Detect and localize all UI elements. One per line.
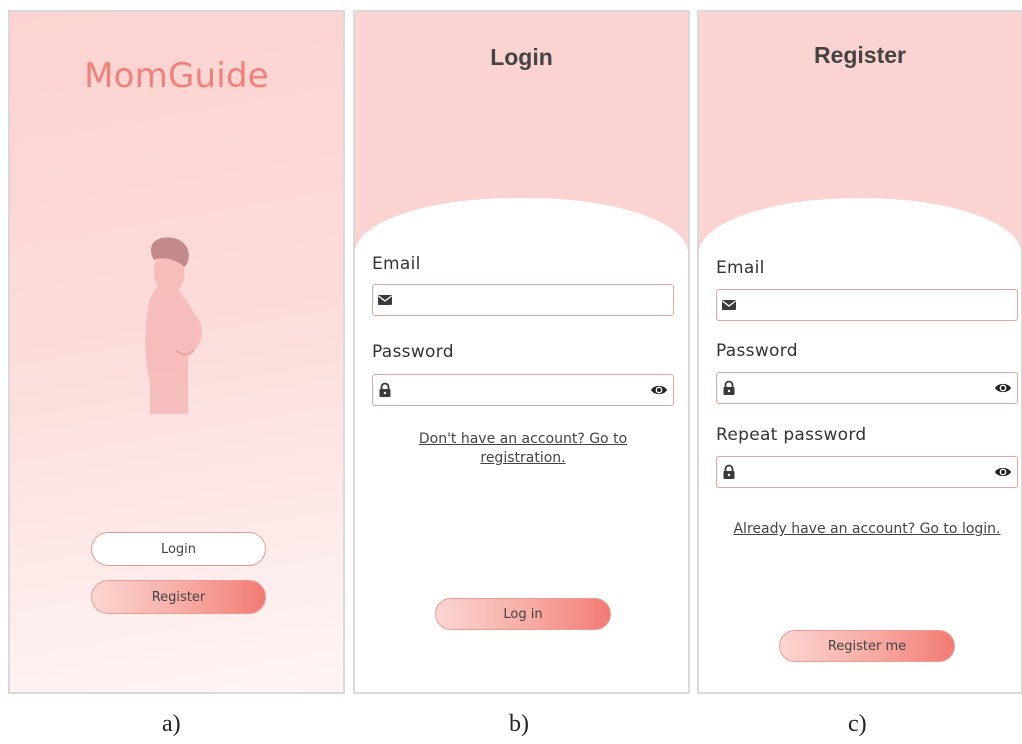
register-me-button[interactable]: Register me [779,630,955,662]
form-card: Email Password Don't have an account? Go… [355,198,688,692]
form-card: Email Password Repeat password Already h… [699,198,1021,692]
repeat-password-field[interactable] [716,456,1018,488]
go-to-registration-link[interactable]: Don't have an account? Go to registratio… [410,430,636,468]
caption-c: c) [848,711,867,737]
page-title: Register [813,42,907,68]
page-title: Login [490,44,553,70]
envelope-icon [722,300,736,310]
repeat-password-label: Repeat password [716,425,867,445]
lock-icon [723,380,735,395]
register-screen: Register Email Password Repeat password [697,10,1022,694]
password-field[interactable] [716,372,1018,404]
caption-b: b) [509,711,529,737]
email-label: Email [372,254,421,274]
eye-icon[interactable] [994,465,1012,479]
lock-icon [379,382,391,397]
app-title: MomGuide [84,56,269,96]
pregnant-woman-illustration [145,237,202,414]
go-to-login-link[interactable]: Already have an account? Go to login. [716,520,1018,539]
password-label: Password [716,341,798,361]
log-in-button[interactable]: Log in [435,598,611,630]
eye-icon[interactable] [994,381,1012,395]
lock-icon [723,464,735,479]
eye-icon[interactable] [650,383,668,397]
login-button[interactable]: Login [91,532,266,566]
email-label: Email [716,258,765,278]
register-button[interactable]: Register [91,580,266,614]
login-screen: Login Email Password Don't have an accou… [353,10,690,694]
email-field[interactable] [372,284,674,316]
email-field[interactable] [716,289,1018,321]
envelope-icon [378,295,392,305]
password-field[interactable] [372,374,674,406]
caption-a: a) [162,711,181,737]
password-label: Password [372,342,454,362]
welcome-screen: MomGuide Login Register [8,10,345,694]
